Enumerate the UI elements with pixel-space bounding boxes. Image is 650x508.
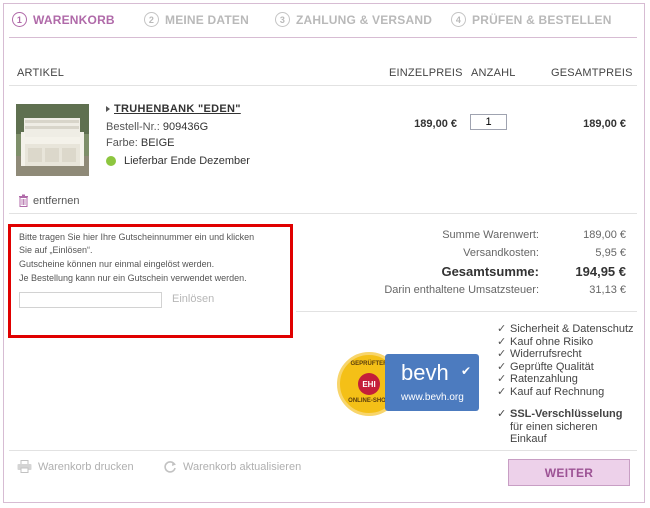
voucher-instruction-3: Gutscheine können nur einmal eingelöst w… <box>19 259 215 269</box>
ssl-line-3: Einkauf <box>510 433 547 445</box>
update-cart-label: Warenkorb aktualisieren <box>183 461 302 473</box>
step-payment-shipping[interactable]: 3 ZAHLUNG & VERSAND <box>275 12 432 27</box>
list-item: ✓ Widerrufsrecht <box>497 348 634 361</box>
check-icon: ✓ <box>497 408 507 420</box>
ssl-info: ✓ SSL-Verschlüsselung für einen sicheren… <box>497 408 637 446</box>
step-label: WARENKORB <box>33 12 115 27</box>
grand-total-label: Gesamtsumme: <box>441 264 539 279</box>
redeem-voucher-button[interactable]: Einlösen <box>172 293 214 305</box>
step-label: MEINE DATEN <box>165 12 249 27</box>
unit-price: 189,00 € <box>414 118 457 130</box>
printer-icon <box>17 460 32 473</box>
subtotal-label: Summe Warenwert: <box>442 229 539 241</box>
steps-divider <box>9 37 637 38</box>
step-number: 2 <box>144 12 159 27</box>
feature-text: Sicherheit & Datenschutz <box>510 323 634 335</box>
ssl-title: SSL-Verschlüsselung <box>510 408 623 420</box>
list-item: ✓ Kauf auf Rechnung <box>497 386 634 399</box>
checkmark-icon: ✔ <box>460 364 471 378</box>
availability: Lieferbar Ende Dezember <box>106 155 250 167</box>
next-button[interactable]: WEITER <box>508 459 630 486</box>
step-number: 4 <box>451 12 466 27</box>
step-review-order[interactable]: 4 PRÜFEN & BESTELLEN <box>451 12 612 27</box>
step-label: ZAHLUNG & VERSAND <box>296 12 433 27</box>
check-icon: ✓ <box>497 373 507 385</box>
ehi-center: EHI <box>358 373 380 395</box>
trash-icon <box>19 194 28 207</box>
print-cart-label: Warenkorb drucken <box>38 460 134 473</box>
update-cart-button[interactable]: Warenkorb aktualisieren <box>163 460 301 474</box>
header-total-price: GESAMTPREIS <box>551 67 633 79</box>
product-title-link[interactable]: TRUHENBANK "EDEN" <box>106 103 241 115</box>
feature-text: Kauf auf Rechnung <box>510 385 605 398</box>
header-article: ARTIKEL <box>17 67 65 79</box>
header-quantity: ANZAHL <box>471 67 516 79</box>
list-item: ✓ Ratenzahlung <box>497 373 634 386</box>
order-number-label: Bestell-Nr.: <box>106 121 160 133</box>
subtotal-value: 189,00 € <box>583 229 626 241</box>
print-cart-button[interactable]: Warenkorb drucken <box>17 460 134 473</box>
remove-item-button[interactable]: entfernen <box>17 194 79 207</box>
bottom-divider <box>9 450 637 451</box>
availability-text: Lieferbar Ende Dezember <box>124 155 250 167</box>
check-icon: ✓ <box>497 385 507 398</box>
check-icon: ✓ <box>497 335 507 348</box>
remove-label: entfernen <box>33 194 80 207</box>
step-number: 1 <box>12 12 27 27</box>
totals-divider <box>296 311 637 312</box>
list-item: ✓ Geprüfte Qualität <box>497 361 634 374</box>
feature-text: Ratenzahlung <box>510 373 578 385</box>
tax-label: Darin enthaltene Umsatzsteuer: <box>384 284 539 296</box>
check-icon: ✓ <box>497 360 507 373</box>
bevh-logo: bevh <box>401 360 449 385</box>
triangle-right-icon <box>106 106 110 113</box>
bevh-badge[interactable]: bevh ✔ www.bevh.org <box>385 354 479 411</box>
header-unit-price: EINZELPREIS <box>389 67 463 79</box>
order-number: 909436G <box>162 121 209 133</box>
product-title: TRUHENBANK "EDEN" <box>114 103 241 115</box>
grand-total-value: 194,95 € <box>575 264 626 279</box>
product-image[interactable] <box>16 104 89 176</box>
total-price: 189,00 € <box>583 118 626 130</box>
shipping-label: Versandkosten: <box>463 247 539 259</box>
order-number-line: Bestell-Nr.: 909436G <box>106 121 208 133</box>
shipping-value: 5,95 € <box>595 247 626 259</box>
step-number: 3 <box>275 12 290 27</box>
bevh-url: www.bevh.org <box>401 392 464 403</box>
checkout-steps: 1 WARENKORB 2 MEINE DATEN 3 ZAHLUNG & VE… <box>12 12 636 34</box>
trust-features-list: ✓ Sicherheit & Datenschutz ✓ Kauf ohne Ris… <box>497 323 634 398</box>
check-icon: ✓ <box>497 348 507 360</box>
quantity-input[interactable] <box>470 114 507 130</box>
voucher-input[interactable] <box>19 292 162 308</box>
voucher-instruction-2: Sie auf „Einlösen“. <box>19 245 93 255</box>
feature-text: Kauf ohne Risiko <box>510 335 594 348</box>
color-label: Farbe: <box>106 137 138 149</box>
step-label: PRÜFEN & BESTELLEN <box>472 12 612 27</box>
refresh-icon <box>164 461 176 473</box>
color-line: Farbe: BEIGE <box>106 137 174 149</box>
list-item: ✓ Sicherheit & Datenschutz <box>497 323 634 336</box>
step-cart[interactable]: 1 WARENKORB <box>12 12 115 27</box>
availability-dot-icon <box>106 156 116 166</box>
feature-text: Widerrufsrecht <box>510 348 582 360</box>
color-value: BEIGE <box>140 137 175 149</box>
list-item: ✓ Kauf ohne Risiko <box>497 336 634 349</box>
header-divider <box>9 85 637 86</box>
product-divider <box>9 213 637 214</box>
feature-text: Geprüfte Qualität <box>510 360 594 373</box>
ssl-line-2: für einen sicheren <box>510 420 598 433</box>
voucher-instruction-1: Bitte tragen Sie hier Ihre Gutscheinnumm… <box>19 232 255 242</box>
step-my-data[interactable]: 2 MEINE DATEN <box>144 12 249 27</box>
check-icon: ✓ <box>497 323 507 335</box>
tax-value: 31,13 € <box>589 284 626 296</box>
voucher-instruction-4: Je Bestellung kann nur ein Gutschein ver… <box>19 273 247 283</box>
